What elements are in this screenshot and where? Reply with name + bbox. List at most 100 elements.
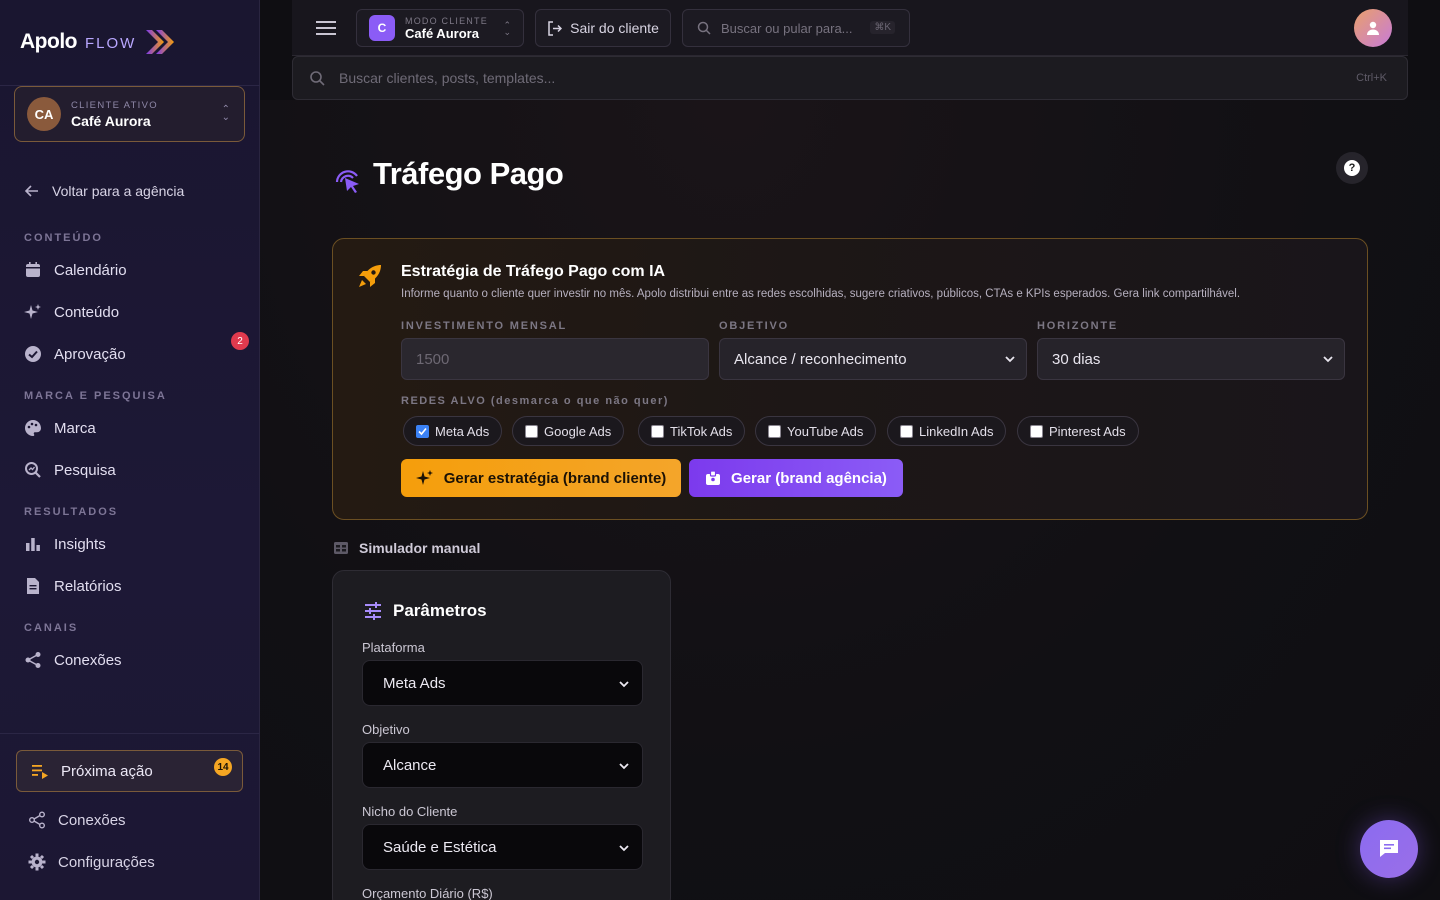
logout-icon <box>548 20 563 36</box>
sidebar-item-connections[interactable]: Conexões <box>24 651 122 669</box>
network-chip-label: Meta Ads <box>435 423 490 439</box>
network-chip-google-ads[interactable]: Google Ads <box>512 416 625 446</box>
sidebar-item-label: Aprovação <box>54 345 126 363</box>
back-to-agency-label: Voltar para a agência <box>52 183 185 199</box>
sidebar-divider <box>0 733 260 734</box>
footer-item-connections[interactable]: Conexões <box>28 811 126 829</box>
app-logo[interactable]: Apolo FLOW <box>20 28 176 56</box>
chevron-updown-icon: ⌃ ⌄ <box>503 20 511 37</box>
share-icon <box>29 811 45 829</box>
chat-bubble-icon <box>1380 840 1398 857</box>
section-title-results: RESULTADOS <box>24 506 119 518</box>
sparkles-icon <box>24 303 42 321</box>
search-icon <box>697 21 711 35</box>
quick-search-placeholder: Buscar ou pular para... <box>721 20 853 36</box>
sidebar-item-brand[interactable]: Marca <box>24 419 96 437</box>
sidebar-item-label: Insights <box>54 535 106 553</box>
network-chip-label: Google Ads <box>544 423 612 439</box>
back-to-agency-link[interactable]: Voltar para a agência <box>24 183 184 199</box>
sidebar-item-label: Calendário <box>54 261 127 279</box>
client-avatar: CA <box>27 97 61 131</box>
niche-value: Saúde e Estética <box>383 838 497 856</box>
chevron-down-icon <box>619 681 629 688</box>
exit-client-button[interactable]: Sair do cliente <box>535 9 671 47</box>
chat-button[interactable] <box>1360 820 1418 878</box>
page-header: Tráfego Pago <box>333 152 564 196</box>
global-search-input[interactable]: Buscar clientes, posts, templates... Ctr… <box>292 56 1408 100</box>
platform-select[interactable]: Meta Ads <box>362 660 643 706</box>
next-action-label: Próxima ação <box>61 762 153 780</box>
sidebar-item-insights[interactable]: Insights <box>24 535 106 553</box>
objective-select[interactable]: Alcance / reconhecimento <box>719 338 1027 380</box>
checkbox-icon[interactable] <box>525 424 538 438</box>
check-circle-icon <box>24 345 42 363</box>
sliders-icon <box>365 602 381 620</box>
exit-client-label: Sair do cliente <box>570 20 659 36</box>
approval-count-badge: 2 <box>231 332 249 350</box>
client-mode-caption: MODO CLIENTE <box>405 15 488 26</box>
sidebar-item-reports[interactable]: Relatórios <box>24 577 122 595</box>
chevron-down-icon <box>1323 356 1333 363</box>
sidebar-item-label: Relatórios <box>54 577 122 595</box>
sidebar-item-calendar[interactable]: Calendário <box>24 261 127 279</box>
share-icon <box>24 651 42 669</box>
page-title: Tráfego Pago <box>373 156 564 191</box>
client-mode-switcher[interactable]: C MODO CLIENTE Café Aurora ⌃ ⌄ <box>356 9 524 47</box>
sidebar-item-research[interactable]: Pesquisa <box>24 461 116 479</box>
target-cursor-icon <box>335 170 359 193</box>
next-action-count-badge: 14 <box>214 758 232 776</box>
footer-item-label: Configurações <box>58 853 155 871</box>
network-chip-linkedin-ads[interactable]: LinkedIn Ads <box>887 416 1007 446</box>
help-button[interactable]: ? <box>1336 152 1368 184</box>
investment-input[interactable]: 1500 <box>401 338 709 380</box>
investment-label: INVESTIMENTO MENSAL <box>401 320 568 332</box>
networks-label: REDES ALVO (desmarca o que não quer) <box>401 395 669 407</box>
sidebar-item-label: Conexões <box>54 651 122 669</box>
checkbox-icon[interactable] <box>651 424 664 438</box>
table-icon <box>334 542 348 554</box>
niche-select[interactable]: Saúde e Estética <box>362 824 643 870</box>
platform-value: Meta Ads <box>383 674 446 692</box>
section-title-channels: CANAIS <box>24 622 79 634</box>
network-chip-pinterest-ads[interactable]: Pinterest Ads <box>1017 416 1139 446</box>
sim-objective-select[interactable]: Alcance <box>362 742 643 788</box>
chevron-down-icon <box>1005 356 1015 363</box>
footer-item-settings[interactable]: Configurações <box>28 853 155 871</box>
help-icon: ? <box>1344 160 1360 176</box>
active-client-switcher[interactable]: CA CLIENTE ATIVO Café Aurora ⌃ ⌄ <box>14 86 245 142</box>
horizon-select[interactable]: 30 dias <box>1037 338 1345 380</box>
calendar-icon <box>24 261 42 279</box>
checkbox-icon[interactable] <box>1030 424 1043 438</box>
generate-client-strategy-label: Gerar estratégia (brand cliente) <box>443 469 667 487</box>
sidebar-item-label: Conteúdo <box>54 303 120 321</box>
user-avatar[interactable] <box>1354 9 1392 47</box>
horizon-value: 30 dias <box>1052 350 1101 368</box>
manual-simulator-header: Simulador manual <box>333 540 480 556</box>
arrow-left-icon <box>24 185 38 197</box>
generate-agency-strategy-button[interactable]: Gerar (brand agência) <box>689 459 903 497</box>
network-chip-label: LinkedIn Ads <box>919 423 994 439</box>
user-icon <box>1367 21 1379 35</box>
chevron-down-icon <box>619 845 629 852</box>
next-action-button[interactable]: Próxima ação 14 <box>16 750 243 792</box>
quick-search-input[interactable]: Buscar ou pular para... ⌘K <box>682 9 910 47</box>
checkbox-checked-icon[interactable] <box>416 424 429 438</box>
generate-client-strategy-button[interactable]: Gerar estratégia (brand cliente) <box>401 459 681 497</box>
search-insight-icon <box>24 461 42 479</box>
sidebar-item-approval[interactable]: Aprovação <box>24 345 126 363</box>
platform-label: Plataforma <box>362 640 425 655</box>
niche-label: Nicho do Cliente <box>362 804 458 819</box>
generate-agency-strategy-label: Gerar (brand agência) <box>731 469 887 487</box>
checkbox-icon[interactable] <box>768 424 781 438</box>
network-chip-youtube-ads[interactable]: YouTube Ads <box>755 416 877 446</box>
network-chip-tiktok-ads[interactable]: TikTok Ads <box>638 416 746 446</box>
network-chip-label: Pinterest Ads <box>1049 423 1126 439</box>
checkbox-icon[interactable] <box>900 424 913 438</box>
network-chip-meta-ads[interactable]: Meta Ads <box>403 416 503 446</box>
sidebar-item-content[interactable]: Conteúdo <box>24 303 119 321</box>
global-search-placeholder: Buscar clientes, posts, templates... <box>339 70 556 86</box>
rocket-icon <box>359 265 381 287</box>
section-title-content: CONTEÚDO <box>24 232 103 244</box>
parameters-card: Parâmetros Plataforma Meta Ads Objetivo … <box>332 570 671 900</box>
menu-icon[interactable] <box>316 19 336 42</box>
